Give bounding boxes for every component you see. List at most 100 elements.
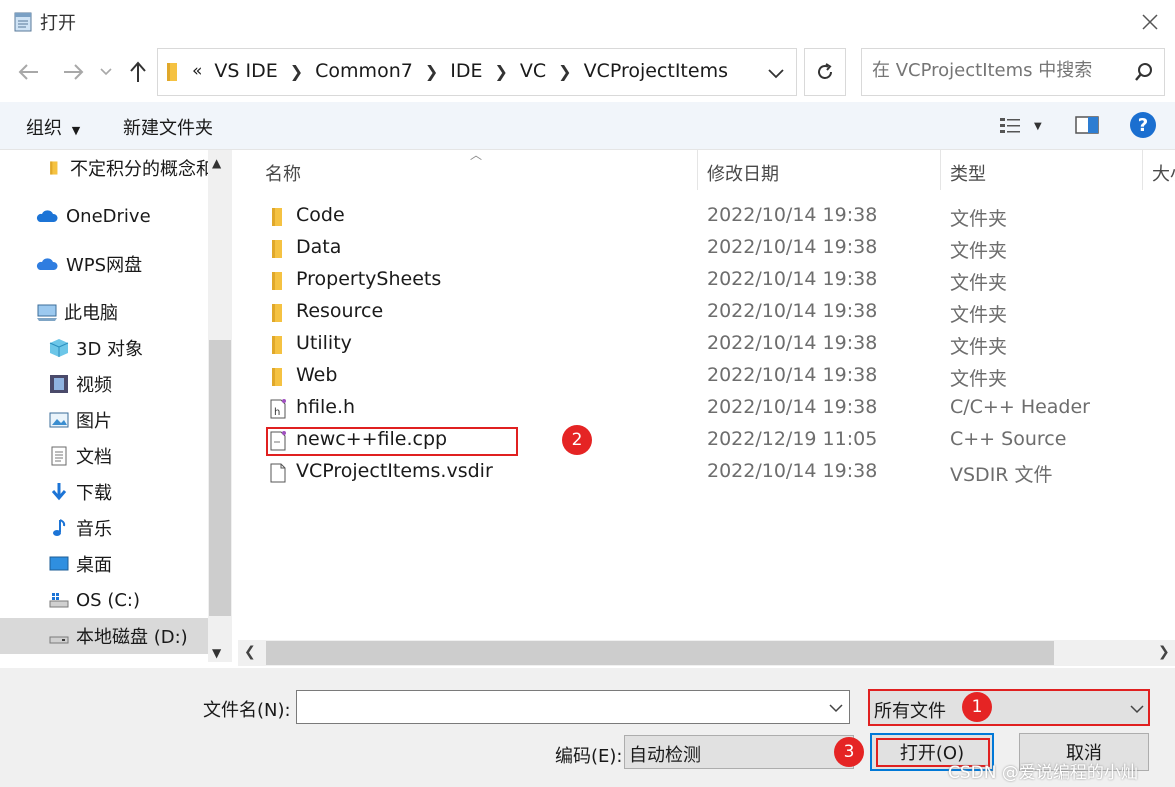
folder-icon [167, 63, 177, 81]
sidebar-item-label: 音乐 [76, 519, 112, 540]
search-box[interactable] [861, 48, 1165, 96]
preview-pane-icon [1075, 116, 1099, 134]
file-date: 2022/12/19 11:05 [707, 428, 878, 450]
file-name: Resource [296, 300, 384, 322]
sidebar-item-onedrive[interactable]: OneDrive [0, 198, 208, 234]
close-button[interactable] [1130, 4, 1170, 40]
sidebar-item-label: 3D 对象 [76, 339, 144, 360]
column-divider[interactable] [1142, 150, 1143, 190]
sidebar-item-downloads[interactable]: 下载 [0, 474, 208, 510]
file-name: hfile.h [296, 396, 356, 418]
file-row[interactable]: Resource 2022/10/14 19:38 文件夹 [262, 296, 1175, 328]
chevron-right-icon[interactable]: ❯ [290, 62, 303, 81]
sidebar-item-folder[interactable]: 不定积分的概念和 [0, 150, 208, 186]
filename-input[interactable] [303, 696, 813, 717]
scroll-right-arrow-icon[interactable]: ❯ [1158, 644, 1170, 660]
file-row[interactable]: VCProjectItems.vsdir 2022/10/14 19:38 VS… [262, 456, 1175, 488]
notepad-icon [14, 12, 32, 32]
sidebar-item-wps[interactable]: WPS网盘 [0, 246, 208, 282]
folder-icon [272, 240, 282, 258]
file-type: 文件夹 [950, 240, 1008, 262]
back-button[interactable] [14, 56, 44, 88]
sidebar-item-music[interactable]: 音乐 [0, 510, 208, 546]
column-header-name[interactable]: 名称 [265, 160, 301, 186]
sidebar-item-videos[interactable]: 视频 [0, 366, 208, 402]
chevron-right-icon[interactable]: ❯ [494, 62, 507, 81]
up-button[interactable] [124, 56, 152, 88]
sidebar-item-drive-c[interactable]: OS (C:) [0, 582, 208, 618]
folder-icon [272, 368, 282, 386]
column-divider[interactable] [697, 150, 698, 190]
search-input[interactable] [872, 60, 1122, 81]
view-options-button[interactable]: ▼ [998, 114, 1048, 138]
file-row[interactable]: PropertySheets 2022/10/14 19:38 文件夹 [262, 264, 1175, 296]
file-row[interactable]: Code 2022/10/14 19:38 文件夹 [262, 200, 1175, 232]
file-row[interactable]: Utility 2022/10/14 19:38 文件夹 [262, 328, 1175, 360]
annotation-badge-1: 1 [962, 692, 992, 722]
help-icon[interactable]: ? [1130, 112, 1156, 138]
column-divider[interactable] [940, 150, 941, 190]
arrow-right-icon [64, 64, 84, 80]
sidebar-item-desktop[interactable]: 桌面 [0, 546, 208, 582]
sidebar-item-label: WPS网盘 [66, 255, 143, 276]
file-row[interactable]: Web 2022/10/14 19:38 文件夹 [262, 360, 1175, 392]
scroll-down-arrow-icon[interactable]: ▼ [212, 646, 221, 660]
file-row[interactable]: Data 2022/10/14 19:38 文件夹 [262, 232, 1175, 264]
chevron-down-icon [1130, 705, 1144, 714]
column-header-size[interactable]: 大小 [1152, 160, 1175, 186]
search-icon[interactable] [1134, 62, 1154, 82]
sidebar-item-3d-objects[interactable]: 3D 对象 [0, 330, 208, 366]
file-type: C++ Source [950, 428, 1067, 450]
breadcrumb-overflow[interactable]: « [192, 61, 202, 81]
refresh-icon [818, 63, 832, 79]
sidebar-item-label: 桌面 [76, 555, 112, 576]
file-type: 文件夹 [950, 272, 1008, 294]
sidebar-scrollbar-thumb[interactable] [209, 340, 231, 616]
address-bar[interactable]: « VS IDE ❯ Common7 ❯ IDE ❯ VC ❯ VCProjec… [157, 48, 797, 96]
sidebar-item-drive-d[interactable]: 本地磁盘 (D:) [0, 618, 208, 654]
arrow-up-icon [130, 61, 146, 82]
chevron-right-icon[interactable]: ❯ [558, 62, 571, 81]
folder-icon [50, 161, 58, 175]
chevron-right-icon[interactable]: ❯ [425, 62, 438, 81]
refresh-button[interactable] [804, 48, 846, 96]
column-header-date[interactable]: 修改日期 [707, 160, 779, 186]
breadcrumb-item[interactable]: VCProjectItems [584, 60, 728, 82]
organize-menu[interactable]: 组织 ▼ [26, 114, 80, 140]
caret-down-icon: ▼ [71, 124, 81, 137]
preview-pane-button[interactable] [1074, 114, 1100, 138]
file-type-filter-select[interactable]: 所有文件 [868, 689, 1150, 726]
sidebar-item-this-pc[interactable]: 此电脑 [0, 294, 208, 330]
sidebar-item-label: OneDrive [66, 205, 151, 227]
file-row[interactable]: h hfile.h 2022/10/14 19:38 C/C++ Header [262, 392, 1175, 424]
annotation-box-file [266, 427, 518, 456]
recent-locations-button[interactable] [96, 60, 116, 84]
filename-combobox[interactable] [296, 690, 850, 724]
column-header-type[interactable]: 类型 [950, 160, 986, 186]
scroll-left-arrow-icon[interactable]: ❮ [244, 644, 256, 660]
breadcrumb-item[interactable]: VC [520, 60, 546, 82]
sidebar-item-documents[interactable]: 文档 [0, 438, 208, 474]
sidebar-item-label: 本地磁盘 (D:) [76, 627, 188, 648]
breadcrumb-item[interactable]: VS IDE [214, 60, 277, 82]
file-type: C/C++ Header [950, 396, 1090, 418]
horizontal-scrollbar-thumb[interactable] [266, 641, 1054, 665]
sidebar-item-label: 文档 [76, 447, 112, 468]
file-date: 2022/10/14 19:38 [707, 268, 878, 290]
command-toolbar: 组织 ▼ 新建文件夹 ▼ ? [0, 102, 1175, 150]
file-name: Data [296, 236, 342, 258]
file-name: PropertySheets [296, 268, 442, 290]
new-folder-button[interactable]: 新建文件夹 [123, 114, 213, 140]
scroll-up-arrow-icon[interactable]: ▲ [212, 156, 221, 170]
forward-button[interactable] [58, 56, 88, 88]
film-icon [50, 375, 68, 393]
close-icon [1142, 14, 1158, 30]
chevron-down-icon[interactable] [764, 61, 788, 85]
encoding-select[interactable]: 自动检测 [624, 735, 854, 769]
breadcrumb-item[interactable]: Common7 [315, 60, 413, 82]
chevron-down-icon[interactable] [829, 703, 843, 713]
cloud-icon [36, 258, 58, 270]
sidebar-item-pictures[interactable]: 图片 [0, 402, 208, 438]
folder-icon [272, 304, 282, 322]
breadcrumb-item[interactable]: IDE [450, 60, 482, 82]
